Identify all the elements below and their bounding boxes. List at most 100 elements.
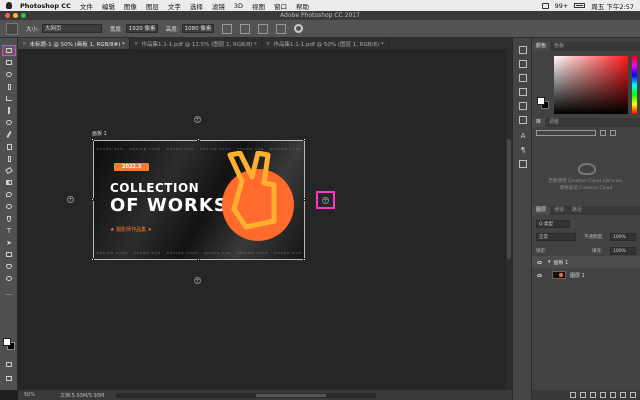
panel-foreground-swatch[interactable] xyxy=(537,97,545,105)
width-input[interactable]: 1920 像素 xyxy=(125,24,158,33)
transform-handle[interactable] xyxy=(91,198,94,201)
eye-icon[interactable] xyxy=(537,260,542,264)
blend-mode-select[interactable]: 正常 xyxy=(536,233,576,241)
adjustments-icon[interactable] xyxy=(519,102,527,110)
fill-input[interactable]: 100% xyxy=(610,247,636,255)
fx-icon[interactable] xyxy=(580,392,586,398)
close-tab-icon[interactable]: × xyxy=(134,41,139,47)
move-tool[interactable] xyxy=(2,45,16,56)
menu-help[interactable]: 帮助 xyxy=(296,1,309,11)
history-brush-tool[interactable] xyxy=(3,154,15,163)
portrait-icon[interactable] xyxy=(221,23,232,34)
menu-layer[interactable]: 图层 xyxy=(146,1,159,11)
menu-image[interactable]: 图像 xyxy=(124,1,137,11)
color-field[interactable] xyxy=(554,56,628,114)
artboard-label[interactable]: 画板 1 xyxy=(92,130,107,137)
close-tab-icon[interactable]: × xyxy=(266,41,271,47)
artboard[interactable]: ZHANG SAN · DESIGN CASE · ZHANG SAN · DE… xyxy=(93,140,305,260)
tab-swatches[interactable]: 色板 xyxy=(550,42,568,51)
battery-icon[interactable] xyxy=(574,3,586,8)
landscape-icon[interactable] xyxy=(239,23,250,34)
transform-handle[interactable] xyxy=(303,258,306,261)
transform-handle[interactable] xyxy=(91,258,94,261)
zoom-level[interactable]: 50% xyxy=(24,392,44,398)
layer-filter-kind[interactable]: Q 类型 xyxy=(536,220,570,228)
tab-paths[interactable]: 路径 xyxy=(568,206,586,215)
swatches-icon[interactable] xyxy=(519,88,527,96)
properties-icon[interactable] xyxy=(519,60,527,68)
app-menu[interactable]: Photoshop CC xyxy=(20,2,71,10)
apple-icon[interactable] xyxy=(6,2,12,9)
gradient-tool[interactable] xyxy=(3,178,15,187)
pen-tool[interactable] xyxy=(3,214,15,223)
menu-edit[interactable]: 编辑 xyxy=(102,1,115,11)
blur-tool[interactable] xyxy=(3,190,15,199)
scroll-thumb[interactable] xyxy=(507,139,511,259)
menu-3d[interactable]: 3D xyxy=(234,2,243,10)
align-icon[interactable] xyxy=(275,23,286,34)
hand-tool[interactable] xyxy=(3,262,15,271)
path-select-tool[interactable]: ➤ xyxy=(3,238,15,247)
quick-mask-button[interactable] xyxy=(3,360,15,369)
zoom-window-button[interactable] xyxy=(21,13,26,18)
channels-icon[interactable] xyxy=(519,116,527,124)
grid-view-icon[interactable] xyxy=(600,130,606,136)
tab-color[interactable]: 颜色 xyxy=(532,42,551,51)
eye-icon[interactable] xyxy=(537,273,542,277)
screen-mode-button[interactable] xyxy=(3,374,15,383)
transform-handle[interactable] xyxy=(91,138,94,141)
eraser-tool[interactable] xyxy=(3,166,15,175)
horizontal-scrollbar[interactable] xyxy=(116,392,377,398)
folder-icon[interactable] xyxy=(610,392,616,398)
glyphs-icon[interactable] xyxy=(519,160,527,168)
add-artboard-icon[interactable] xyxy=(257,23,268,34)
history-icon[interactable] xyxy=(519,46,527,54)
hue-slider[interactable] xyxy=(632,56,637,114)
link-icon[interactable] xyxy=(570,392,576,398)
layer-row-layer-1[interactable]: 图层 1 xyxy=(532,268,640,282)
dodge-tool[interactable] xyxy=(3,202,15,211)
brush-tool[interactable] xyxy=(3,130,15,139)
eyedropper-tool[interactable] xyxy=(3,106,15,115)
menu-view[interactable]: 视图 xyxy=(252,1,265,11)
library-select[interactable] xyxy=(536,130,596,136)
transform-handle[interactable] xyxy=(303,198,306,201)
height-input[interactable]: 1080 像素 xyxy=(181,24,214,33)
add-artboard-left-icon[interactable]: + xyxy=(67,196,74,203)
type-tool[interactable]: T xyxy=(3,226,15,235)
character-icon[interactable]: A xyxy=(519,132,527,140)
close-tab-icon[interactable]: × xyxy=(22,41,27,47)
adjustment-layer-icon[interactable] xyxy=(600,392,606,398)
tab-channels[interactable]: 通道 xyxy=(550,206,568,215)
zoom-tool[interactable] xyxy=(3,274,15,283)
clone-stamp-tool[interactable] xyxy=(3,142,15,151)
transform-handle[interactable] xyxy=(197,258,200,261)
healing-tool[interactable] xyxy=(3,118,15,127)
screen-icon[interactable] xyxy=(541,2,549,9)
menu-window[interactable]: 窗口 xyxy=(274,1,287,11)
document-info[interactable]: 文档:5.93M/5.93M xyxy=(60,392,104,399)
mask-icon[interactable] xyxy=(590,392,596,398)
crop-tool[interactable] xyxy=(3,94,15,103)
transform-handle[interactable] xyxy=(197,138,200,141)
quick-select-tool[interactable] xyxy=(3,82,15,91)
trash-icon[interactable] xyxy=(630,392,636,398)
add-artboard-top-icon[interactable]: + xyxy=(194,116,201,123)
size-select[interactable]: 大网页 xyxy=(41,24,102,33)
list-view-icon[interactable] xyxy=(610,130,616,136)
tab-portfolio-12[interactable]: × 作品集1.1-1.pdf @ 12.5% (图层 1, RGB/8) * xyxy=(130,38,262,49)
minimize-window-button[interactable] xyxy=(13,13,18,18)
foreground-color-swatch[interactable] xyxy=(3,338,11,346)
tab-portfolio-50[interactable]: × 作品集1.1-1.pdf @ 50% (图层 1, RGB/8) * xyxy=(262,38,389,49)
menu-type[interactable]: 文字 xyxy=(168,1,181,11)
brush-settings-icon[interactable] xyxy=(519,74,527,82)
clock[interactable]: 周五 下午2:57 xyxy=(591,1,634,11)
chevron-down-icon[interactable]: ▾ xyxy=(548,259,551,265)
menu-file[interactable]: 文件 xyxy=(80,1,93,11)
more-tools[interactable]: … xyxy=(3,288,15,297)
lasso-tool[interactable] xyxy=(3,70,15,79)
menu-select[interactable]: 选择 xyxy=(190,1,203,11)
tab-adjustments[interactable]: 调整 xyxy=(545,118,563,127)
tool-preset-picker[interactable] xyxy=(6,22,18,35)
add-artboard-bottom-icon[interactable]: + xyxy=(194,277,201,284)
